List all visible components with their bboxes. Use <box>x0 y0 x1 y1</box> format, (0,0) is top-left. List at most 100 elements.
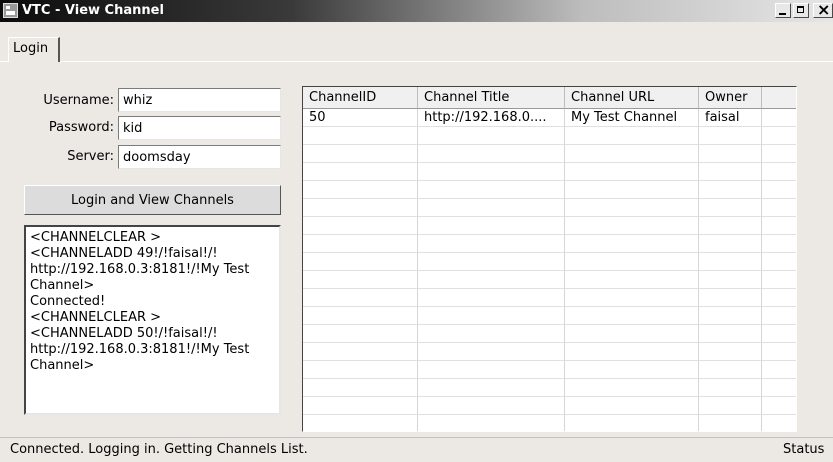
table-cell <box>565 307 699 325</box>
password-label: Password: <box>48 120 114 135</box>
maximize-button[interactable] <box>793 3 809 18</box>
table-cell <box>565 199 699 217</box>
table-cell <box>762 235 796 253</box>
table-cell <box>565 415 699 431</box>
table-cell <box>565 379 699 397</box>
table-cell <box>762 379 796 397</box>
table-cell <box>303 163 418 181</box>
log-line: http://192.168.0.3:8181!/!My Test <box>30 262 250 277</box>
table-cell <box>699 163 762 181</box>
table-cell <box>565 145 699 163</box>
tab-login[interactable]: Login <box>8 37 61 62</box>
grid-header: ChannelID Channel Title Channel URL Owne… <box>303 87 796 109</box>
table-row <box>303 307 796 325</box>
table-row <box>303 163 796 181</box>
server-field[interactable] <box>118 145 281 169</box>
table-cell <box>762 145 796 163</box>
table-cell <box>762 181 796 199</box>
status-text: Connected. Logging in. Getting Channels … <box>10 442 308 457</box>
table-cell <box>699 127 762 145</box>
table-cell <box>418 199 565 217</box>
table-cell <box>699 361 762 379</box>
table-cell <box>303 379 418 397</box>
password-field[interactable] <box>118 116 281 140</box>
table-row <box>303 289 796 307</box>
column-header-channelid[interactable]: ChannelID <box>303 87 418 109</box>
table-cell <box>303 127 418 145</box>
table-cell <box>418 217 565 235</box>
table-cell <box>303 307 418 325</box>
table-cell <box>699 253 762 271</box>
table-row <box>303 127 796 145</box>
table-cell <box>699 199 762 217</box>
table-cell <box>762 253 796 271</box>
table-cell: 50 <box>303 109 418 127</box>
log-line: <CHANNELCLEAR > <box>30 310 162 325</box>
table-row[interactable]: 50 http://192.168.0.... My Test Channel fai… <box>303 109 796 127</box>
log-line: http://192.168.0.3:8181!/!My Test <box>30 342 250 357</box>
table-cell <box>418 235 565 253</box>
login-and-view-channels-button[interactable]: Login and View Channels <box>24 185 281 215</box>
table-cell <box>418 307 565 325</box>
table-cell <box>303 289 418 307</box>
table-row <box>303 379 796 397</box>
username-field[interactable] <box>118 88 281 112</box>
table-cell: My Test Channel <box>565 109 699 127</box>
window-title: VTC - View Channel <box>22 3 164 18</box>
table-cell <box>699 289 762 307</box>
column-header-channel-url[interactable]: Channel URL <box>565 87 699 109</box>
table-cell <box>762 109 796 127</box>
tab-strip-divider <box>0 61 833 62</box>
table-cell <box>762 127 796 145</box>
table-cell <box>418 271 565 289</box>
table-row <box>303 415 796 431</box>
table-cell <box>699 145 762 163</box>
table-cell <box>699 181 762 199</box>
table-cell <box>565 253 699 271</box>
table-cell <box>762 397 796 415</box>
log-output[interactable]: <CHANNELCLEAR > <CHANNELADD 49!/!faisal!… <box>24 225 281 415</box>
column-header-owner[interactable]: Owner <box>699 87 762 109</box>
table-row <box>303 253 796 271</box>
table-cell <box>565 397 699 415</box>
table-cell <box>762 217 796 235</box>
table-cell <box>762 361 796 379</box>
status-bar: Connected. Logging in. Getting Channels … <box>0 437 833 462</box>
username-label: Username: <box>43 93 114 108</box>
table-cell <box>418 379 565 397</box>
minimize-button[interactable] <box>775 3 791 18</box>
status-label: Status <box>783 442 825 457</box>
table-cell <box>418 289 565 307</box>
column-header-channel-title[interactable]: Channel Title <box>418 87 565 109</box>
log-line: Connected! <box>30 294 106 309</box>
table-cell <box>565 217 699 235</box>
table-cell <box>418 145 565 163</box>
table-cell <box>762 343 796 361</box>
table-cell <box>303 253 418 271</box>
table-cell <box>762 307 796 325</box>
table-cell <box>418 361 565 379</box>
table-cell <box>418 397 565 415</box>
table-cell <box>303 397 418 415</box>
table-cell <box>762 415 796 431</box>
column-header-filler <box>762 87 796 109</box>
table-cell <box>418 181 565 199</box>
table-cell <box>303 361 418 379</box>
table-cell <box>418 163 565 181</box>
table-cell <box>762 325 796 343</box>
table-row <box>303 343 796 361</box>
table-cell <box>565 361 699 379</box>
table-cell: http://192.168.0.... <box>418 109 565 127</box>
table-cell: faisal <box>699 109 762 127</box>
table-cell <box>762 271 796 289</box>
table-cell <box>699 343 762 361</box>
app-icon[interactable] <box>3 3 18 18</box>
tab-login-label: Login <box>13 41 49 56</box>
table-row <box>303 217 796 235</box>
table-cell <box>762 163 796 181</box>
table-row <box>303 181 796 199</box>
close-button[interactable] <box>813 0 833 19</box>
table-cell <box>303 199 418 217</box>
table-cell <box>418 325 565 343</box>
channels-grid[interactable]: ChannelID Channel Title Channel URL Owne… <box>302 86 797 432</box>
